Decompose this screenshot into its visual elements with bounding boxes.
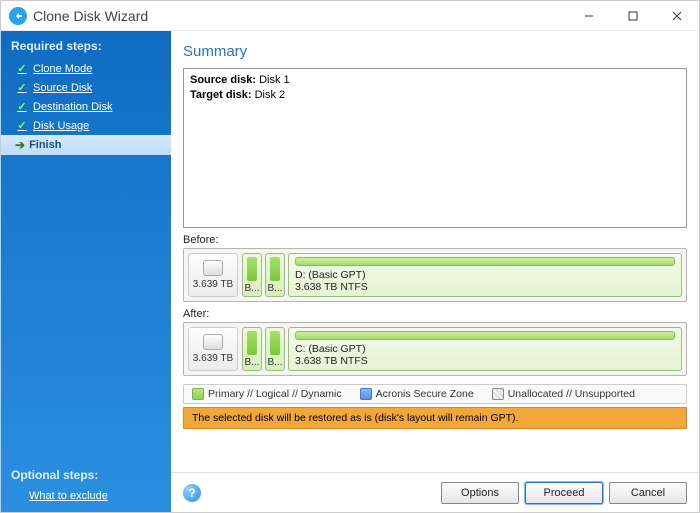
partition-small[interactable]: B... bbox=[265, 327, 285, 371]
optional-steps-header: Optional steps: bbox=[1, 460, 171, 486]
partition-small[interactable]: B... bbox=[265, 253, 285, 297]
main-panel: Summary Source disk: Disk 1 Target disk:… bbox=[171, 31, 699, 512]
page-title: Summary bbox=[183, 39, 687, 68]
after-disk-layout: 3.639 TB B... B... C: (Basic GPT) 3.638 … bbox=[183, 322, 687, 376]
required-steps-header: Required steps: bbox=[1, 31, 171, 59]
clone-disk-wizard-window: Clone Disk Wizard Required steps: ✓Clone… bbox=[0, 0, 700, 513]
help-icon[interactable]: ? bbox=[183, 484, 201, 502]
before-label: Before: bbox=[183, 234, 687, 246]
step-label: Finish bbox=[29, 139, 61, 151]
maximize-button[interactable] bbox=[611, 2, 655, 30]
before-disk-layout: 3.639 TB B... B... D: (Basic GPT) 3.638 … bbox=[183, 248, 687, 302]
step-label: Disk Usage bbox=[33, 120, 89, 132]
close-button[interactable] bbox=[655, 2, 699, 30]
warning-bar: The selected disk will be restored as is… bbox=[183, 407, 687, 429]
step-label: Clone Mode bbox=[33, 63, 92, 75]
footer: ? Options Proceed Cancel bbox=[171, 472, 699, 512]
disk-total-size: 3.639 TB bbox=[193, 353, 233, 364]
source-disk-label: Source disk: bbox=[190, 74, 256, 86]
step-label: Source Disk bbox=[33, 82, 92, 94]
after-label: After: bbox=[183, 308, 687, 320]
window-controls bbox=[567, 2, 699, 30]
partition-small[interactable]: B... bbox=[242, 327, 262, 371]
legend-secure-zone: Acronis Secure Zone bbox=[360, 388, 474, 400]
step-finish[interactable]: ➔Finish bbox=[1, 135, 171, 155]
app-icon bbox=[9, 7, 27, 25]
legend-primary: Primary // Logical // Dynamic bbox=[192, 388, 342, 400]
partition-main[interactable]: C: (Basic GPT) 3.638 TB NTFS bbox=[288, 327, 682, 371]
legend: Primary // Logical // Dynamic Acronis Se… bbox=[183, 384, 687, 404]
disk-icon[interactable]: 3.639 TB bbox=[188, 327, 238, 371]
step-destination-disk[interactable]: ✓Destination Disk bbox=[1, 97, 171, 116]
sidebar: Required steps: ✓Clone Mode ✓Source Disk… bbox=[1, 31, 171, 512]
proceed-button[interactable]: Proceed bbox=[525, 482, 603, 504]
step-clone-mode[interactable]: ✓Clone Mode bbox=[1, 59, 171, 78]
hdd-icon bbox=[203, 260, 223, 276]
partition-label: D: (Basic GPT) bbox=[295, 269, 675, 281]
partition-size: 3.638 TB NTFS bbox=[295, 355, 675, 367]
minimize-button[interactable] bbox=[567, 2, 611, 30]
summary-box: Source disk: Disk 1 Target disk: Disk 2 bbox=[183, 68, 687, 228]
source-disk-value: Disk 1 bbox=[259, 74, 290, 86]
cancel-button[interactable]: Cancel bbox=[609, 482, 687, 504]
partition-label: C: (Basic GPT) bbox=[295, 343, 675, 355]
hdd-icon bbox=[203, 334, 223, 350]
titlebar: Clone Disk Wizard bbox=[1, 1, 699, 31]
step-source-disk[interactable]: ✓Source Disk bbox=[1, 78, 171, 97]
legend-unallocated: Unallocated // Unsupported bbox=[492, 388, 635, 400]
disk-icon[interactable]: 3.639 TB bbox=[188, 253, 238, 297]
disk-total-size: 3.639 TB bbox=[193, 279, 233, 290]
window-title: Clone Disk Wizard bbox=[33, 8, 148, 24]
partition-small[interactable]: B... bbox=[242, 253, 262, 297]
step-label: Destination Disk bbox=[33, 101, 112, 113]
partition-main[interactable]: D: (Basic GPT) 3.638 TB NTFS bbox=[288, 253, 682, 297]
what-to-exclude-link[interactable]: What to exclude bbox=[1, 486, 171, 512]
options-button[interactable]: Options bbox=[441, 482, 519, 504]
partition-size: 3.638 TB NTFS bbox=[295, 281, 675, 293]
target-disk-label: Target disk: bbox=[190, 89, 252, 101]
target-disk-value: Disk 2 bbox=[255, 89, 286, 101]
step-disk-usage[interactable]: ✓Disk Usage bbox=[1, 116, 171, 135]
